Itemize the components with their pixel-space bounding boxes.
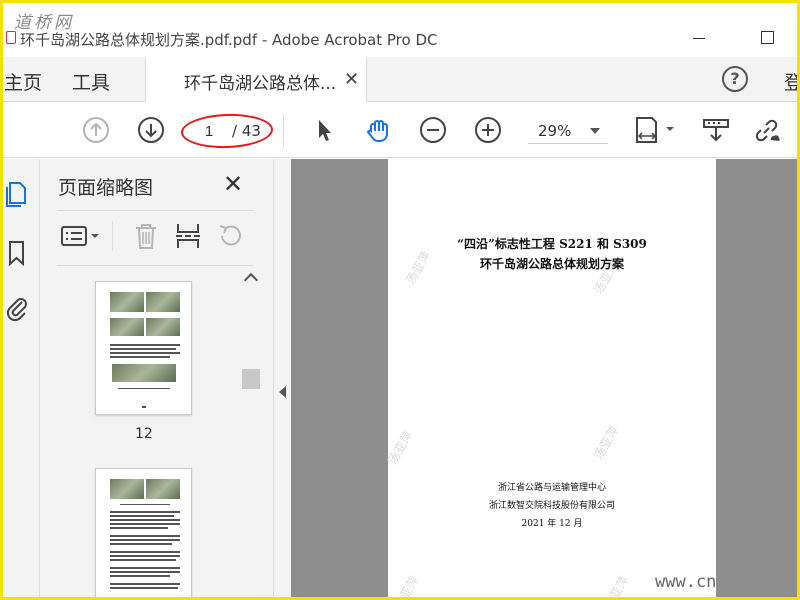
- scroll-up-icon[interactable]: [243, 272, 259, 288]
- page-thumbnail[interactable]: [95, 468, 192, 600]
- tab-document[interactable]: 环千岛湖公路总体... ✕: [145, 57, 367, 103]
- panel-splitter[interactable]: [273, 159, 291, 600]
- chevron-down-icon: [590, 128, 600, 134]
- acrobat-app-icon: [6, 31, 16, 44]
- panel-divider: [57, 210, 253, 211]
- document-organization-1: 浙江省公路与运输管理中心: [497, 483, 606, 493]
- close-tab-icon[interactable]: ✕: [344, 69, 359, 90]
- zoom-in-icon[interactable]: [474, 116, 502, 144]
- sign-in-button[interactable]: 登: [784, 68, 800, 95]
- zoom-out-icon[interactable]: [419, 116, 447, 144]
- window-title: 环千岛湖公路总体规划方案.pdf.pdf - Adobe Acrobat Pro…: [20, 31, 438, 49]
- scrollbar-thumb[interactable]: [242, 369, 260, 389]
- insert-page-icon[interactable]: [174, 221, 202, 251]
- collapse-panel-icon[interactable]: [279, 386, 286, 398]
- thumbnail-scrollbar[interactable]: [240, 269, 262, 600]
- document-page: 汤亚萍 汤亚萍 汤亚萍 汤亚萍 汤亚萍 汤亚萍 “四沿”标志性工程 S221 和…: [385, 159, 716, 600]
- select-tool-icon[interactable]: [311, 116, 339, 144]
- title-bar: 道桥网 环千岛湖公路总体规划方案.pdf.pdf - Adobe Acrobat…: [0, 0, 800, 57]
- page-watermark: 汤亚萍: [391, 573, 422, 600]
- panel-title: 页面缩略图: [58, 177, 154, 199]
- left-nav-rail: [0, 159, 40, 600]
- tab-bar: 主页 工具 环千岛湖公路总体... ✕ ? 登: [0, 57, 800, 103]
- page-thumbnail[interactable]: [95, 281, 192, 415]
- delete-page-icon[interactable]: [133, 221, 159, 251]
- annotation-ellipse: [180, 112, 274, 150]
- page-watermark: 汤亚萍: [385, 428, 416, 467]
- document-view[interactable]: 汤亚萍 汤亚萍 汤亚萍 汤亚萍 汤亚萍 汤亚萍 “四沿”标志性工程 S221 和…: [291, 159, 800, 600]
- toolbar: / 43 29%: [0, 102, 800, 158]
- tab-document-label: 环千岛湖公路总体...: [184, 74, 337, 94]
- tab-tools[interactable]: 工具: [72, 68, 110, 95]
- maximize-button[interactable]: [758, 28, 776, 46]
- attachment-icon[interactable]: [4, 294, 30, 322]
- download-icon[interactable]: [702, 116, 730, 144]
- previous-page-icon[interactable]: [82, 116, 110, 144]
- site-watermark-bottom: www.cn: [655, 572, 717, 592]
- zoom-dropdown[interactable]: 29%: [528, 118, 608, 144]
- document-title-line1: “四沿”标志性工程 S221 和 S309: [457, 237, 647, 251]
- tab-home[interactable]: 主页: [4, 68, 42, 95]
- thumbnail-page-number: 12: [135, 426, 153, 442]
- zoom-value: 29%: [538, 122, 572, 140]
- page-fit-icon[interactable]: [634, 116, 678, 144]
- bookmark-icon[interactable]: [4, 239, 30, 267]
- share-link-icon[interactable]: [752, 116, 780, 144]
- page-watermark: 汤亚萍: [601, 573, 632, 600]
- help-icon[interactable]: ?: [722, 66, 748, 92]
- hand-tool-icon[interactable]: [364, 116, 392, 144]
- document-date: 2021 年 12 月: [521, 519, 583, 529]
- document-title-line2: 环千岛湖公路总体规划方案: [479, 257, 624, 271]
- page-thumbnails-icon[interactable]: [4, 179, 30, 207]
- thumbnail-options-icon[interactable]: [60, 221, 102, 251]
- page-thumbnails-panel: 页面缩略图 ✕ 12: [40, 159, 273, 600]
- panel-toolbar-separator: [112, 221, 113, 251]
- document-organization-2: 浙江数智交院科技股份有限公司: [488, 501, 615, 511]
- panel-divider: [57, 265, 253, 266]
- page-watermark: 汤亚萍: [591, 423, 622, 462]
- minimize-button[interactable]: [690, 28, 708, 46]
- close-panel-icon[interactable]: ✕: [223, 170, 243, 198]
- rotate-page-icon[interactable]: [216, 221, 244, 251]
- toolbar-separator: [283, 114, 284, 148]
- next-page-icon[interactable]: [137, 116, 165, 144]
